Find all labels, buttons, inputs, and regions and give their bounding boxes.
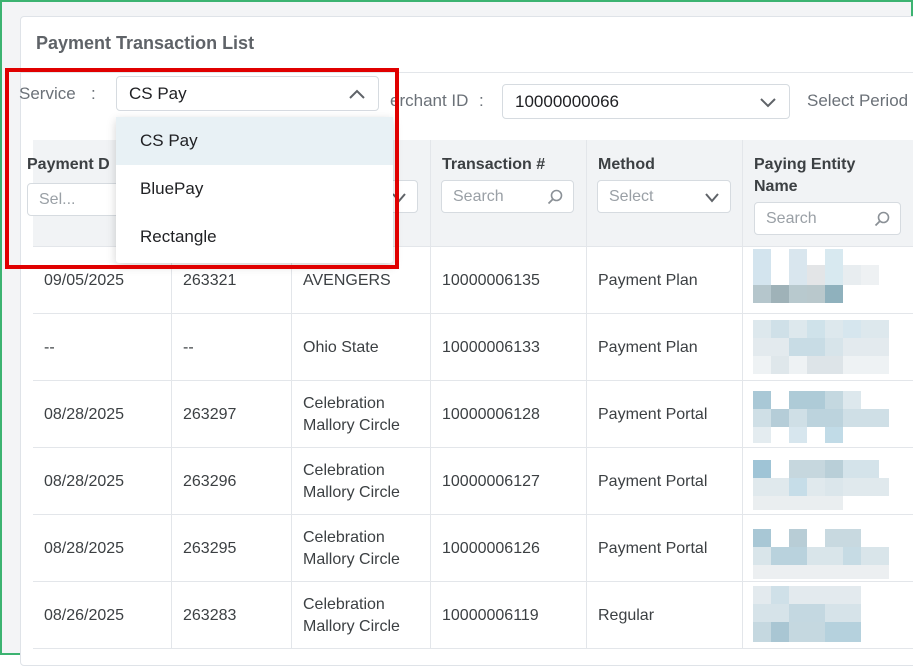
cell-method: Payment Portal — [587, 515, 743, 582]
cell-date: 08/28/2025 — [33, 381, 172, 448]
cell-method: Payment Plan — [587, 247, 743, 314]
select-period-label[interactable]: Select Period — [807, 91, 908, 111]
service-select-value: CS Pay — [129, 83, 187, 103]
chevron-down-icon — [760, 97, 776, 107]
transaction-search-input[interactable]: Search — [441, 180, 574, 213]
redacted-content — [753, 316, 889, 378]
cell-transaction: 10000006128 — [431, 381, 587, 448]
chevron-down-icon — [392, 193, 406, 203]
service-select[interactable]: CS Pay — [116, 76, 379, 111]
cell-entity: Celebration Mallory Circle — [292, 515, 431, 582]
merchant-id-label: erchant ID — [390, 91, 469, 110]
cell-id: 263295 — [172, 515, 292, 582]
table-row[interactable]: 08/28/2025 263297 Celebration Mallory Ci… — [33, 381, 913, 448]
cell-paying-entity — [743, 381, 913, 448]
redacted-content — [753, 517, 889, 579]
method-select[interactable]: Select — [597, 180, 731, 213]
chevron-up-icon — [349, 89, 365, 99]
cell-id: 263297 — [172, 381, 292, 448]
filter-placeholder: Search — [766, 209, 817, 227]
filter-placeholder: Sel... — [39, 190, 76, 208]
dropdown-option-rectangle[interactable]: Rectangle — [116, 213, 393, 261]
divider — [21, 72, 913, 73]
cell-id: 263296 — [172, 448, 292, 515]
table-row[interactable]: 08/26/2025 263283 Celebration Mallory Ci… — [33, 582, 913, 649]
merchant-id-select[interactable]: 10000000066 — [502, 84, 790, 119]
cell-paying-entity — [743, 448, 913, 515]
table-row[interactable]: 08/28/2025 263296 Celebration Mallory Ci… — [33, 448, 913, 515]
redacted-content — [753, 584, 889, 646]
cell-method: Payment Portal — [587, 448, 743, 515]
service-separator: : — [91, 84, 96, 103]
merchant-id-separator: : — [479, 91, 484, 110]
column-label: Payment D — [27, 156, 110, 173]
merchant-id-value: 10000000066 — [515, 91, 620, 111]
column-transaction-number: Transaction # Search — [431, 140, 587, 247]
table-row[interactable]: 08/28/2025 263295 Celebration Mallory Ci… — [33, 515, 913, 582]
cell-date: 08/28/2025 — [33, 448, 172, 515]
cell-paying-entity — [743, 515, 913, 582]
cell-paying-entity — [743, 247, 913, 314]
filter-placeholder: Select — [609, 187, 654, 205]
cell-paying-entity — [743, 582, 913, 649]
column-label: Transaction # — [442, 156, 546, 173]
cell-transaction: 10000006127 — [431, 448, 587, 515]
column-paying-entity-name: Paying Entity Name Search — [743, 140, 913, 247]
redacted-content — [753, 249, 889, 311]
column-label: Method — [598, 156, 655, 173]
cell-entity: Ohio State — [292, 314, 431, 381]
table-row[interactable]: -- -- Ohio State 10000006133 Payment Pla… — [33, 314, 913, 381]
cell-entity: Celebration Mallory Circle — [292, 582, 431, 649]
page-title: Payment Transaction List — [36, 33, 255, 53]
cell-date: -- — [33, 314, 172, 381]
column-label: Paying Entity Name — [754, 156, 856, 195]
filter-placeholder: Search — [453, 187, 504, 205]
cell-paying-entity — [743, 314, 913, 381]
cell-method: Payment Plan — [587, 314, 743, 381]
cell-id: -- — [172, 314, 292, 381]
service-dropdown-menu: CS Pay BluePay Rectangle — [116, 117, 393, 263]
column-method: Method Select — [587, 140, 743, 247]
search-icon — [547, 189, 563, 205]
redacted-content — [753, 383, 889, 445]
cell-transaction: 10000006133 — [431, 314, 587, 381]
dropdown-option-bluepay[interactable]: BluePay — [116, 165, 393, 213]
cell-entity: Celebration Mallory Circle — [292, 448, 431, 515]
cell-transaction: 10000006135 — [431, 247, 587, 314]
cell-transaction: 10000006119 — [431, 582, 587, 649]
cell-transaction: 10000006126 — [431, 515, 587, 582]
dropdown-option-cs-pay[interactable]: CS Pay — [116, 117, 393, 165]
cell-method: Payment Portal — [587, 381, 743, 448]
search-icon — [874, 211, 890, 227]
service-label: Service — [19, 84, 76, 103]
cell-id: 263283 — [172, 582, 292, 649]
redacted-content — [753, 450, 889, 512]
chevron-down-icon — [705, 193, 719, 203]
paying-entity-search-input[interactable]: Search — [754, 202, 901, 235]
cell-method: Regular — [587, 582, 743, 649]
cell-date: 08/26/2025 — [33, 582, 172, 649]
cell-date: 08/28/2025 — [33, 515, 172, 582]
cell-entity: Celebration Mallory Circle — [292, 381, 431, 448]
